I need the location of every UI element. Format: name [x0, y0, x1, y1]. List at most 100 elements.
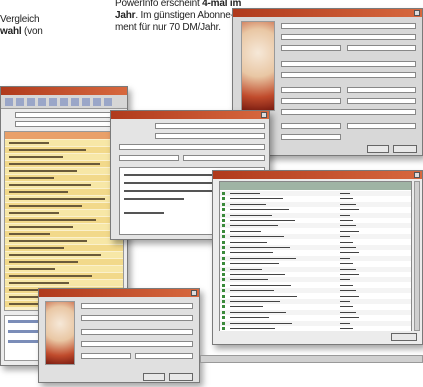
form-field-5[interactable]: [183, 155, 265, 161]
table-row[interactable]: [220, 288, 411, 294]
list-item[interactable]: [5, 280, 123, 286]
close-icon[interactable]: [414, 10, 420, 16]
list-item[interactable]: [5, 231, 123, 237]
table-cell-name: [230, 225, 278, 227]
list-item[interactable]: [5, 210, 123, 216]
list-item[interactable]: [5, 245, 123, 251]
form-field-3[interactable]: [119, 144, 265, 150]
list-item[interactable]: [5, 154, 123, 160]
table-row[interactable]: [220, 320, 411, 326]
settings-field-9[interactable]: [281, 98, 341, 104]
list-item-text: [9, 163, 100, 165]
toolbar-buttons[interactable]: [5, 98, 115, 106]
list-item[interactable]: [5, 224, 123, 230]
settings-field-8[interactable]: [347, 87, 416, 93]
table-row[interactable]: [220, 201, 411, 207]
list-item[interactable]: [5, 203, 123, 209]
list-item[interactable]: [5, 168, 123, 174]
list-item[interactable]: [5, 175, 123, 181]
list-item[interactable]: [5, 273, 123, 279]
settings-ok-button[interactable]: [367, 145, 389, 153]
brochure-right-line1: PowerInfo erscheint 4-mal im: [115, 0, 241, 10]
settings-field-1[interactable]: [281, 23, 416, 29]
table-row[interactable]: [220, 315, 411, 321]
list-item[interactable]: [5, 196, 123, 202]
list-item[interactable]: [5, 217, 123, 223]
table-row[interactable]: [220, 299, 411, 304]
list-item[interactable]: [5, 266, 123, 272]
table-row[interactable]: [220, 261, 411, 267]
close-icon[interactable]: [261, 112, 267, 118]
list-item[interactable]: [5, 140, 123, 146]
dialog-field-6[interactable]: [135, 353, 193, 359]
dialog-field-2[interactable]: [81, 315, 193, 321]
brochure-right-line1-text: PowerInfo erscheint: [115, 0, 203, 9]
table-row[interactable]: [220, 196, 411, 202]
dialog-field-3[interactable]: [81, 329, 193, 335]
settings-dialog-titlebar[interactable]: [233, 9, 422, 17]
table-cell-name: [230, 257, 296, 259]
settings-field-14[interactable]: [281, 134, 341, 140]
settings-field-3[interactable]: [281, 45, 341, 51]
list-item[interactable]: [5, 147, 123, 153]
table-close-button[interactable]: [391, 333, 417, 341]
dialog-field-4[interactable]: [81, 341, 193, 347]
table-row[interactable]: [220, 212, 411, 218]
list-item[interactable]: [5, 252, 123, 258]
table-row[interactable]: [220, 234, 411, 240]
dialog-field-5[interactable]: [81, 353, 131, 359]
form-field-4[interactable]: [119, 155, 179, 161]
table-row[interactable]: [220, 228, 411, 234]
list-item[interactable]: [5, 259, 123, 265]
close-icon[interactable]: [414, 172, 420, 178]
table-row[interactable]: [220, 218, 411, 223]
table-cell-value: [340, 274, 359, 275]
dialog-field-1[interactable]: [81, 303, 193, 309]
table-cell-name: [230, 301, 280, 302]
dialog-cancel-button[interactable]: [169, 373, 193, 381]
settings-field-12[interactable]: [281, 123, 341, 129]
table-row[interactable]: [220, 282, 411, 288]
settings-cancel-button[interactable]: [393, 145, 417, 153]
table-row[interactable]: [220, 239, 411, 245]
list-item-text: [9, 268, 55, 270]
list-item[interactable]: [5, 238, 123, 244]
table-row[interactable]: [220, 326, 411, 331]
settings-field-13[interactable]: [347, 123, 416, 129]
table-cell-name: [230, 193, 260, 194]
form-field-1[interactable]: [155, 123, 265, 129]
table-cell-name: [230, 214, 272, 216]
table-window-titlebar[interactable]: [213, 171, 422, 179]
table-row[interactable]: [220, 255, 411, 261]
main-filter-field[interactable]: [15, 121, 123, 127]
form-field-2[interactable]: [155, 133, 265, 139]
small-dialog-titlebar[interactable]: [39, 289, 199, 297]
table-row[interactable]: [220, 309, 411, 315]
table-row[interactable]: [220, 272, 411, 277]
table-row[interactable]: [220, 245, 411, 250]
list-item[interactable]: [5, 182, 123, 188]
main-app-titlebar[interactable]: [1, 87, 127, 95]
list-item[interactable]: [5, 189, 123, 195]
customer-form-titlebar[interactable]: [111, 111, 269, 119]
table-row[interactable]: [220, 250, 411, 256]
settings-field-11[interactable]: [281, 109, 416, 115]
list-item[interactable]: [5, 161, 123, 167]
dialog-ok-button[interactable]: [143, 373, 165, 381]
table-row[interactable]: [220, 293, 411, 299]
table-row[interactable]: [220, 223, 411, 229]
settings-field-5[interactable]: [281, 61, 416, 67]
settings-field-7[interactable]: [281, 87, 341, 93]
close-icon[interactable]: [191, 290, 197, 296]
table-scrollbar[interactable]: [414, 181, 420, 331]
table-row[interactable]: [220, 304, 411, 310]
settings-field-10[interactable]: [347, 98, 416, 104]
main-search-field[interactable]: [15, 112, 123, 118]
settings-field-4[interactable]: [347, 45, 416, 51]
table-row[interactable]: [220, 207, 411, 213]
table-row[interactable]: [220, 191, 411, 196]
settings-field-6[interactable]: [281, 72, 416, 78]
table-row[interactable]: [220, 277, 411, 283]
settings-field-2[interactable]: [281, 34, 416, 40]
table-row[interactable]: [220, 266, 411, 272]
